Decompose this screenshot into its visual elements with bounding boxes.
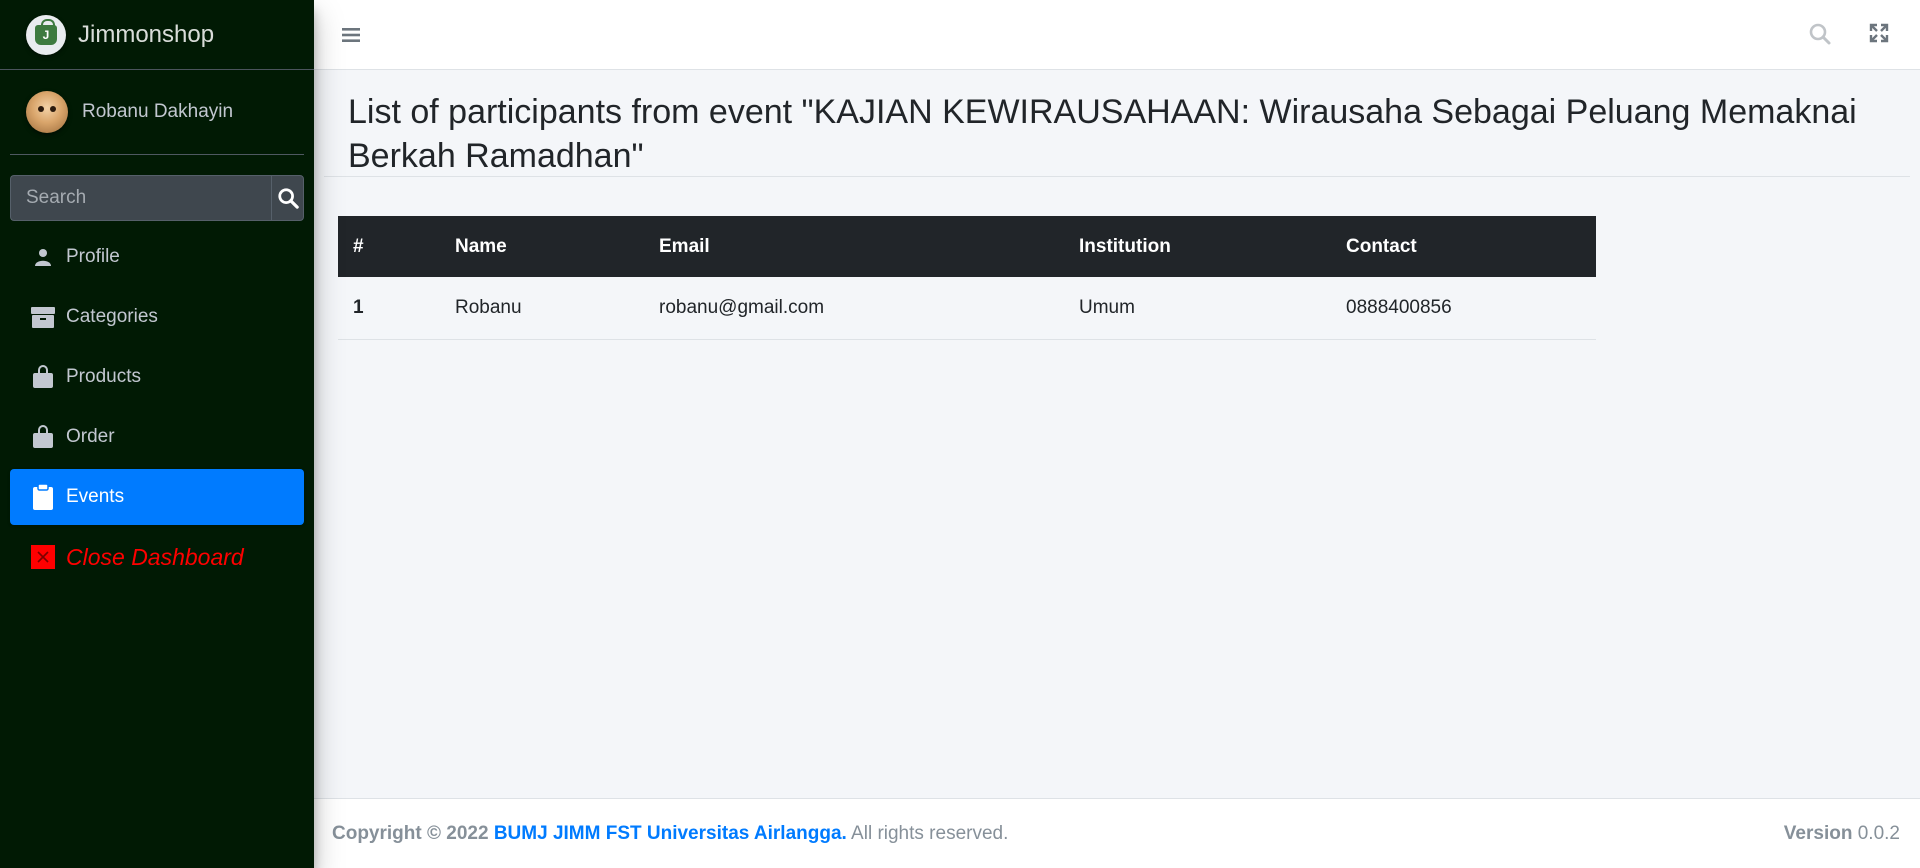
brand-link[interactable]: J Jimmonshop bbox=[0, 0, 314, 70]
sidebar-item-close-dashboard[interactable]: Close Dashboard bbox=[10, 529, 304, 585]
search-input[interactable] bbox=[10, 175, 271, 221]
footer-version: Version 0.0.2 bbox=[1784, 823, 1900, 845]
cell-number: 1 bbox=[338, 277, 440, 340]
column-header-number: # bbox=[353, 235, 364, 257]
menu-toggle-button[interactable] bbox=[342, 22, 368, 48]
person-icon bbox=[30, 244, 56, 270]
top-navbar bbox=[314, 0, 1920, 70]
brand-logo-icon: J bbox=[26, 14, 66, 55]
footer-copyright: Copyright © 2022 BUMJ JIMM FST Universit… bbox=[332, 823, 1008, 845]
search-icon bbox=[277, 188, 299, 209]
column-header-name: Name bbox=[455, 235, 507, 257]
sidebar-item-products[interactable]: Products bbox=[10, 349, 304, 405]
page-title: List of participants from event "KAJIAN … bbox=[348, 93, 1857, 175]
column-header-email: Email bbox=[659, 235, 710, 257]
rights-text: All rights reserved. bbox=[851, 822, 1009, 844]
sidebar-item-categories[interactable]: Categories bbox=[10, 289, 304, 345]
shopping-bag-icon bbox=[30, 364, 56, 390]
column-header-contact: Contact bbox=[1346, 235, 1417, 257]
version-label: Version bbox=[1783, 822, 1853, 844]
sidebar-item-label: Events bbox=[66, 486, 125, 507]
column-header-institution: Institution bbox=[1079, 235, 1171, 257]
sidebar-item-events[interactable]: Events bbox=[10, 469, 304, 525]
org-link[interactable]: BUMJ JIMM FST Universitas Airlangga. bbox=[494, 823, 847, 844]
close-square-icon bbox=[30, 544, 56, 570]
fullscreen-button[interactable] bbox=[1868, 22, 1894, 48]
participants-table-wrapper: # Name Email Institution Contact 1 Roban… bbox=[338, 216, 1596, 340]
avatar bbox=[26, 91, 68, 133]
sidebar-item-label: Order bbox=[66, 426, 115, 447]
sidebar-item-profile[interactable]: Profile bbox=[10, 229, 304, 285]
main-footer: Copyright © 2022 BUMJ JIMM FST Universit… bbox=[314, 798, 1920, 868]
sidebar-item-order[interactable]: Order bbox=[10, 409, 304, 465]
participants-table: # Name Email Institution Contact 1 Roban… bbox=[338, 216, 1596, 340]
table-row: 1 Robanu robanu@gmail.com Umum 088840085… bbox=[338, 277, 1596, 340]
main-sidebar: J Jimmonshop Robanu Dakhayin Profile bbox=[0, 0, 314, 868]
sidebar-item-label: Categories bbox=[66, 306, 158, 327]
cell-email: robanu@gmail.com bbox=[644, 277, 1064, 340]
user-name[interactable]: Robanu Dakhayin bbox=[82, 101, 233, 123]
box-icon bbox=[30, 304, 56, 330]
search-button[interactable] bbox=[271, 175, 304, 221]
shopping-bag-icon bbox=[30, 424, 56, 450]
content-header: List of participants from event "KAJIAN … bbox=[324, 70, 1910, 177]
sidebar-item-label: Profile bbox=[66, 246, 120, 267]
cell-name: Robanu bbox=[440, 277, 644, 340]
search-icon bbox=[1809, 23, 1831, 45]
sidebar-search bbox=[10, 175, 304, 221]
expand-arrows-icon bbox=[1869, 23, 1889, 43]
copyright-text: Copyright © 2022 bbox=[332, 822, 489, 844]
sidebar-nav: Profile Categories Products Order Events… bbox=[10, 229, 304, 585]
sidebar-item-label: Close Dashboard bbox=[66, 543, 244, 570]
user-panel: Robanu Dakhayin bbox=[10, 70, 304, 155]
cell-institution: Umum bbox=[1064, 277, 1331, 340]
hamburger-icon bbox=[342, 28, 360, 42]
navbar-search-button[interactable] bbox=[1808, 22, 1834, 48]
table-header-row: # Name Email Institution Contact bbox=[338, 216, 1596, 277]
brand-name: Jimmonshop bbox=[78, 20, 215, 48]
version-value: 0.0.2 bbox=[1857, 822, 1900, 844]
content-wrapper: List of participants from event "KAJIAN … bbox=[314, 70, 1920, 798]
clipboard-icon bbox=[30, 484, 56, 510]
cell-contact: 0888400856 bbox=[1331, 277, 1596, 340]
sidebar-item-label: Products bbox=[66, 366, 141, 387]
